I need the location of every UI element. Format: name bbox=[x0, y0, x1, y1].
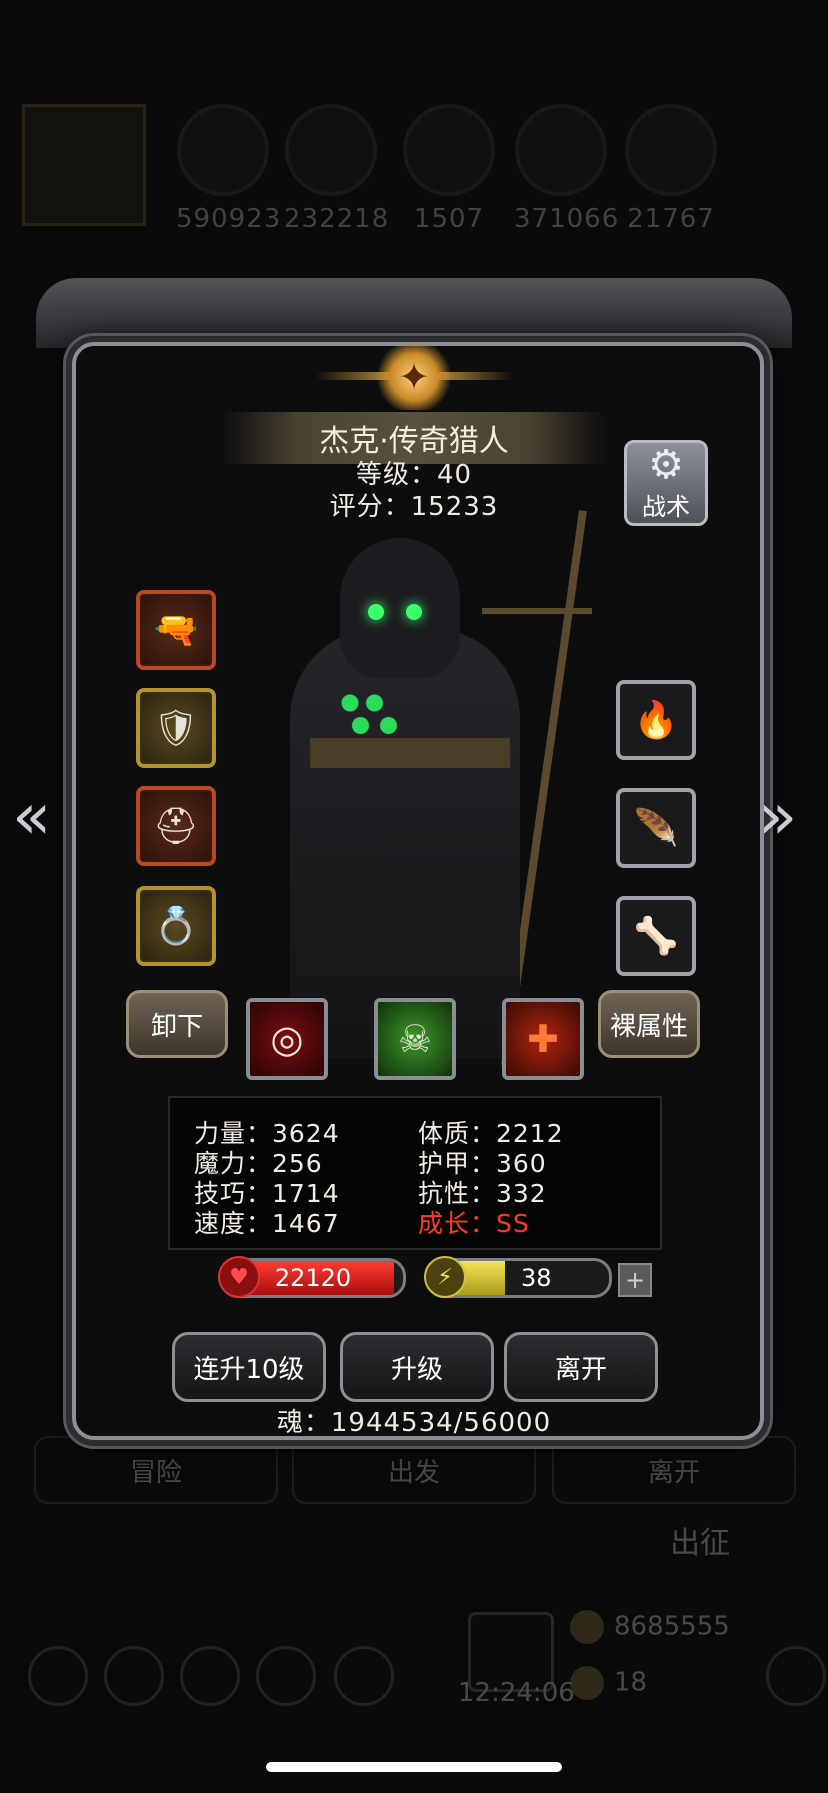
pistol-icon[interactable]: 🔫 bbox=[136, 590, 216, 670]
bg-tab-leave: 离开 bbox=[552, 1436, 796, 1504]
home-indicator[interactable] bbox=[266, 1762, 562, 1772]
resource-5: 21767 bbox=[624, 104, 718, 234]
fire-gem-icon[interactable]: 🔥 bbox=[616, 680, 696, 760]
bg-gold-count: 8685555 bbox=[570, 1610, 730, 1644]
heart-icon: ♥ bbox=[218, 1256, 260, 1298]
bg-clock: 12:24:06 bbox=[458, 1678, 575, 1708]
heal-cross-skill-icon[interactable]: ✚ bbox=[502, 998, 584, 1080]
bg-menu-icon bbox=[766, 1646, 826, 1706]
bg-gem-count: 18 bbox=[570, 1666, 647, 1700]
crosshair-skill-icon[interactable]: ◎ bbox=[246, 998, 328, 1080]
next-hero-arrow-icon[interactable]: » bbox=[758, 780, 797, 854]
lightning-icon: ⚡ bbox=[424, 1256, 466, 1298]
level-up-10-button[interactable]: 连升10级 bbox=[172, 1332, 326, 1402]
bg-expedition: 出征 bbox=[670, 1526, 730, 1561]
helmet-icon[interactable]: ⛑ bbox=[136, 786, 216, 866]
bg-menu-icon bbox=[256, 1646, 316, 1706]
bg-menu-icon bbox=[180, 1646, 240, 1706]
energy-value: 38 bbox=[521, 1264, 552, 1292]
bg-menu-icon bbox=[28, 1646, 88, 1706]
add-energy-button[interactable]: + bbox=[618, 1263, 652, 1297]
bg-tab-adventure: 冒险 bbox=[34, 1436, 278, 1504]
chest-armor-icon[interactable]: 🛡 bbox=[136, 688, 216, 768]
bg-menu-icon bbox=[104, 1646, 164, 1706]
level-up-button[interactable]: 升级 bbox=[340, 1332, 494, 1402]
stat-speed: 速度：1467 bbox=[194, 1209, 340, 1238]
previous-hero-arrow-icon[interactable]: « bbox=[12, 780, 51, 854]
panel-frame-ornament bbox=[36, 278, 792, 348]
bg-menu-icon bbox=[334, 1646, 394, 1706]
feather-gem-icon[interactable]: 🪶 bbox=[616, 788, 696, 868]
emblem-icon: ✦ bbox=[374, 344, 454, 410]
tactics-button[interactable]: ⚙ 战术 bbox=[624, 440, 708, 526]
soul-count: 魂：1944534/56000 bbox=[276, 1408, 552, 1438]
hero-portrait bbox=[250, 508, 592, 1068]
leave-button[interactable]: 离开 bbox=[504, 1332, 658, 1402]
stat-growth: 成长：SS bbox=[418, 1209, 530, 1238]
bg-tab-depart: 出发 bbox=[292, 1436, 536, 1504]
skull-skill-icon[interactable]: ☠ bbox=[374, 998, 456, 1080]
stats-box: 力量：3624 魔力：256 技巧：1714 速度：1467 体质：2212 护… bbox=[168, 1096, 662, 1250]
ring-icon[interactable]: 💍 bbox=[136, 886, 216, 966]
player-avatar bbox=[22, 104, 146, 226]
resource-4: 371066 bbox=[514, 104, 618, 234]
base-attributes-button[interactable]: 裸属性 bbox=[598, 990, 700, 1058]
resource-3: 1507 bbox=[402, 104, 496, 234]
resource-2: 232218 bbox=[284, 104, 388, 234]
resource-1: 590923 bbox=[176, 104, 280, 234]
gear-icon: ⚙ bbox=[648, 441, 684, 488]
unequip-button[interactable]: 卸下 bbox=[126, 990, 228, 1058]
claw-gem-icon[interactable]: 🦴 bbox=[616, 896, 696, 976]
tactics-label: 战术 bbox=[642, 492, 690, 521]
